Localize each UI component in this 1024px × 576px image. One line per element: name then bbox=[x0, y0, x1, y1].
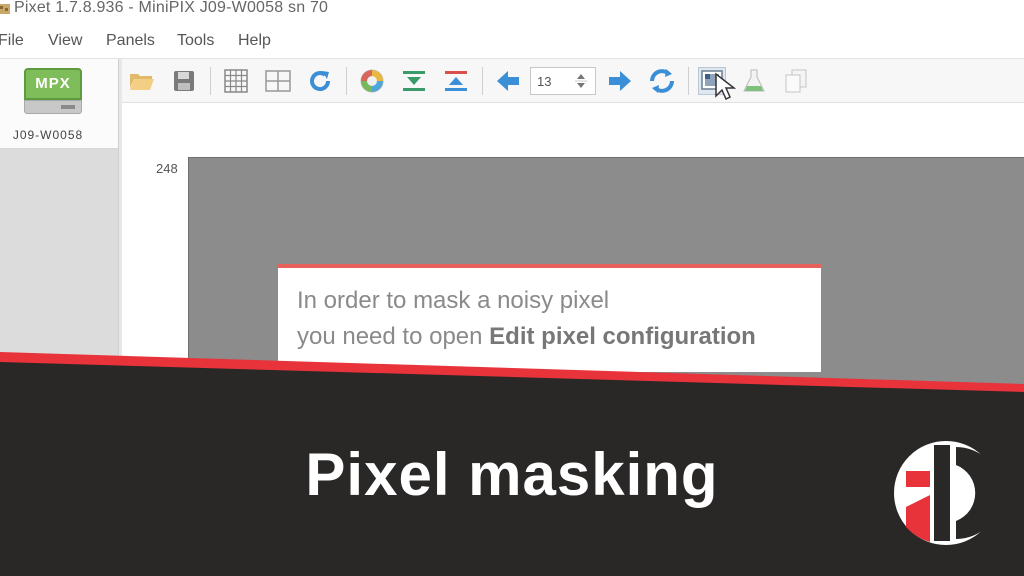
stepper-arrows-icon[interactable] bbox=[571, 71, 591, 91]
menu-panels[interactable]: Panels bbox=[106, 32, 155, 50]
top-align-icon[interactable] bbox=[442, 67, 470, 95]
instruction-callout: In order to mask a noisy pixel you need … bbox=[278, 264, 821, 372]
save-icon[interactable] bbox=[170, 67, 198, 95]
drive-led bbox=[61, 105, 75, 109]
toolbar-separator bbox=[346, 67, 347, 95]
copy-icon[interactable] bbox=[782, 67, 810, 95]
drive-label: MPX bbox=[35, 75, 71, 92]
video-title: Pixel masking bbox=[305, 441, 719, 508]
device-name: J09-W0058 bbox=[12, 128, 84, 142]
menu-file[interactable]: File bbox=[0, 32, 24, 50]
toolbar: 13 bbox=[122, 59, 1024, 103]
grid-icon[interactable] bbox=[222, 67, 250, 95]
drive-base bbox=[24, 100, 82, 114]
device-panel-empty bbox=[0, 149, 118, 379]
toolbar-separator bbox=[482, 67, 483, 95]
callout-line-1: In order to mask a noisy pixel bbox=[297, 287, 610, 314]
open-folder-icon[interactable] bbox=[128, 67, 156, 95]
toolbar-separator bbox=[210, 67, 211, 95]
sync-icon[interactable] bbox=[648, 67, 676, 95]
bottom-align-icon[interactable] bbox=[400, 67, 428, 95]
callout-line-2: you need to open Edit pixel configuratio… bbox=[297, 323, 756, 351]
drive-top: MPX bbox=[24, 68, 82, 100]
arrow-right-icon[interactable] bbox=[606, 67, 634, 95]
toolbar-separator bbox=[688, 67, 689, 95]
table-icon[interactable] bbox=[264, 67, 292, 95]
menu-tools[interactable]: Tools bbox=[177, 32, 214, 50]
device-panel: MPX J09-W0058 bbox=[0, 59, 118, 379]
app-icon bbox=[0, 4, 10, 14]
title-bar: Pixet 1.7.8.936 - MiniPIX J09-W0058 sn 7… bbox=[0, 0, 1024, 22]
flask-icon[interactable] bbox=[740, 67, 768, 95]
frame-counter-value: 13 bbox=[537, 74, 552, 89]
arrow-left-icon[interactable] bbox=[494, 67, 522, 95]
callout-line-2-prefix: you need to open bbox=[297, 323, 490, 350]
mouse-cursor-icon bbox=[715, 72, 736, 101]
y-axis-top-label: 248 bbox=[156, 161, 178, 176]
callout-emphasis: Edit pixel configuration bbox=[489, 323, 756, 350]
menu-help[interactable]: Help bbox=[238, 32, 271, 50]
menu-view[interactable]: View bbox=[48, 32, 82, 50]
menu-bar: File View Panels Tools Help bbox=[0, 30, 1024, 56]
channel-logo bbox=[892, 439, 1002, 547]
window-title: Pixet 1.7.8.936 - MiniPIX J09-W0058 sn 7… bbox=[14, 0, 329, 16]
color-palette-icon[interactable] bbox=[358, 67, 386, 95]
drive-icon: MPX bbox=[24, 68, 82, 116]
device-entry[interactable]: MPX J09-W0058 bbox=[0, 59, 118, 149]
frame-counter-stepper[interactable]: 13 bbox=[530, 67, 596, 95]
refresh-icon[interactable] bbox=[306, 67, 334, 95]
